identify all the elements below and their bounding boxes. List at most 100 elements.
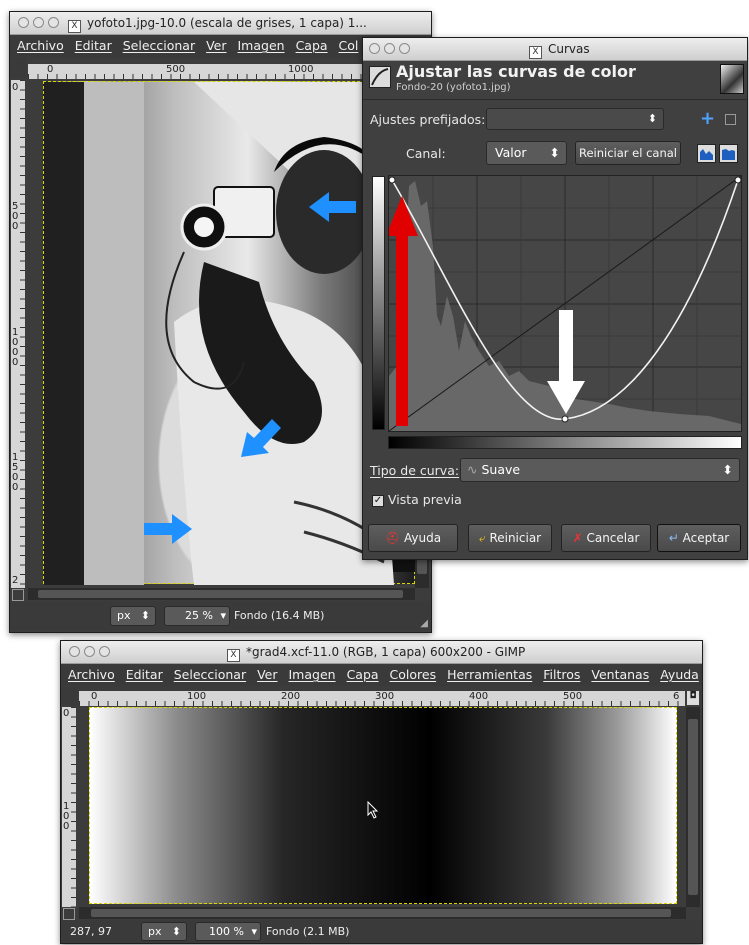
scroll-thumb[interactable]: [688, 719, 698, 895]
hruler-label: 0: [47, 64, 54, 75]
horizontal-scrollbar[interactable]: [28, 588, 415, 600]
navigate-icon[interactable]: ◘: [687, 691, 699, 705]
image-window-titlebar[interactable]: Xyofoto1.jpg-10.0 (escala de grises, 1 c…: [10, 12, 431, 35]
gradient-canvas[interactable]: [89, 707, 677, 904]
zoom-select[interactable]: 100 % ▾: [195, 922, 261, 941]
curves-dialog: X Curvas Ajustar las curvas de color Fond…: [362, 37, 748, 560]
menu-colores[interactable]: Colores: [390, 667, 437, 682]
preset-menu-icon[interactable]: [725, 114, 736, 125]
vertical-ruler[interactable]: 0 500 1000 1500 2: [11, 80, 25, 588]
preview-checkbox[interactable]: ✓: [372, 495, 384, 507]
menu-seleccionar[interactable]: Seleccionar: [174, 667, 246, 682]
photo-canvas[interactable]: [43, 81, 416, 585]
menu-imagen[interactable]: Imagen: [238, 38, 285, 53]
hruler-label: 100: [187, 691, 207, 702]
annotation-arrows: [144, 192, 356, 544]
preview-label: Vista previa: [388, 492, 462, 507]
curve-type-value: Suave: [481, 462, 521, 477]
menu-ver[interactable]: Ver: [206, 38, 226, 53]
chevron-down-icon: ▾: [220, 609, 226, 622]
mouse-pointer-icon: [367, 801, 379, 819]
zoom-value: 25 %: [185, 609, 213, 622]
help-button[interactable]: ⛑ Ayuda: [368, 524, 458, 552]
scroll-thumb[interactable]: [91, 909, 671, 917]
curves-tool-icon: [369, 66, 391, 88]
close-dialog-button[interactable]: [369, 43, 380, 54]
output-gradient-bar: [372, 176, 385, 430]
smooth-curve-icon: ∿: [467, 462, 478, 477]
ruler-corner[interactable]: [10, 58, 26, 78]
menu-archivo[interactable]: Archivo: [68, 667, 115, 682]
menu-capa[interactable]: Capa: [347, 667, 379, 682]
hruler-label: 400: [469, 691, 489, 702]
reset-channel-button[interactable]: Reiniciar el canal: [575, 141, 681, 165]
unit-select[interactable]: px ⬍: [110, 606, 156, 626]
menu-editar[interactable]: Editar: [75, 38, 112, 53]
reset-label: Reiniciar: [489, 531, 542, 545]
resize-grip-icon[interactable]: ◢: [420, 618, 428, 629]
minimize-window-button[interactable]: [84, 646, 95, 657]
hruler-label: 0: [91, 691, 98, 702]
zoom-dialog-button[interactable]: [399, 43, 410, 54]
zoom-select[interactable]: 25 % ▾: [164, 606, 230, 626]
grad-window-titlebar[interactable]: X *grad4.xcf-11.0 (RGB, 1 capa) 600x200 -…: [61, 641, 702, 664]
hruler-label: 500: [166, 64, 186, 75]
vertical-ruler[interactable]: 0 100: [62, 707, 76, 907]
close-window-button[interactable]: [69, 646, 80, 657]
menu-ayuda[interactable]: Ayuda: [660, 667, 699, 682]
presets-label: Ajustes prefijados:: [370, 112, 486, 127]
x11-icon: X: [529, 46, 542, 59]
curves-titlebar[interactable]: X Curvas: [363, 38, 747, 61]
menu-archivo[interactable]: Archivo: [17, 38, 64, 53]
spin-arrows-icon: ⬍: [647, 112, 657, 125]
menu-colores[interactable]: Col: [339, 38, 359, 53]
window-title: yofoto1.jpg-10.0 (escala de grises, 1 ca…: [87, 16, 367, 30]
menu-ventanas[interactable]: Ventanas: [591, 667, 649, 682]
menu-ver[interactable]: Ver: [257, 667, 277, 682]
presets-select[interactable]: ⬍: [486, 108, 664, 130]
hruler-label: 1000: [288, 64, 314, 75]
menu-filtros[interactable]: Filtros: [543, 667, 580, 682]
dialog-title: Curvas: [548, 42, 590, 56]
reset-button[interactable]: ⤶ Reiniciar: [468, 524, 552, 552]
menu-seleccionar[interactable]: Seleccionar: [123, 38, 195, 53]
linear-histogram-icon[interactable]: [697, 144, 716, 163]
channel-label: Canal:: [406, 146, 446, 161]
hruler-label: 500: [563, 691, 583, 702]
minimize-dialog-button[interactable]: [384, 43, 395, 54]
ruler-corner[interactable]: [61, 687, 77, 705]
close-window-button[interactable]: [18, 17, 29, 28]
menu-herramientas[interactable]: Herramientas: [447, 667, 532, 682]
spin-arrows-icon: ⬍: [549, 145, 560, 160]
zoom-value: 100 %: [209, 925, 244, 938]
scroll-thumb[interactable]: [38, 590, 403, 598]
minimize-window-button[interactable]: [33, 17, 44, 28]
curve-graph[interactable]: [386, 175, 742, 432]
horizontal-scrollbar[interactable]: [79, 907, 686, 919]
ok-icon: ↵: [668, 531, 679, 545]
curve-type-select[interactable]: ∿ Suave ⬍: [460, 458, 740, 482]
image-window-statusbar: px ⬍ 25 % ▾ Fondo (16.4 MB) ◢: [10, 601, 431, 631]
add-preset-icon[interactable]: +: [700, 108, 715, 129]
vertical-scrollbar[interactable]: [686, 707, 700, 907]
menu-imagen[interactable]: Imagen: [289, 667, 336, 682]
input-gradient-bar: [388, 436, 742, 449]
lifebuoy-icon: ⛑: [384, 531, 401, 545]
zoom-window-button[interactable]: [99, 646, 110, 657]
ok-button[interactable]: ↵ Aceptar: [657, 524, 741, 552]
unit-value: px: [148, 925, 162, 938]
unit-select[interactable]: px ⬍: [141, 922, 187, 941]
log-histogram-icon[interactable]: [719, 144, 738, 163]
pointer-coordinates: 287, 97: [70, 925, 112, 938]
horizontal-ruler[interactable]: 0 100 200 300 400 500 6: [79, 691, 685, 706]
quick-mask-toggle[interactable]: [12, 589, 24, 601]
menu-capa[interactable]: Capa: [296, 38, 328, 53]
grad-window-menubar: Archivo Editar Seleccionar Ver Imagen Ca…: [61, 664, 702, 686]
chevron-down-icon: ▾: [251, 925, 257, 938]
image-window-grad4: X *grad4.xcf-11.0 (RGB, 1 capa) 600x200 -…: [60, 640, 703, 944]
zoom-window-button[interactable]: [48, 17, 59, 28]
cancel-button[interactable]: ✗ Cancelar: [561, 524, 651, 552]
menu-editar[interactable]: Editar: [126, 667, 163, 682]
quick-mask-toggle[interactable]: [63, 908, 75, 920]
channel-select[interactable]: Valor ⬍: [486, 141, 567, 165]
